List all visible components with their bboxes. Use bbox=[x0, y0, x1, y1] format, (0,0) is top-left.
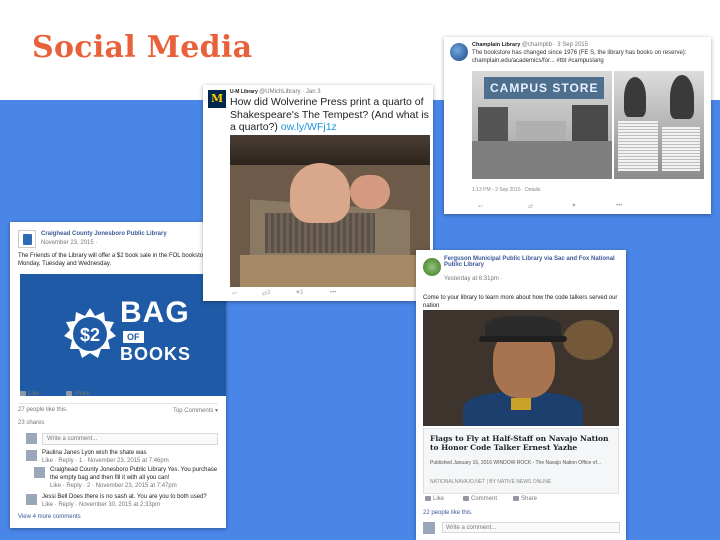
of-word: OF bbox=[123, 331, 144, 343]
retweet-icon[interactable]: ⇄ 3 bbox=[262, 290, 271, 297]
champlain-tweet-card: Champlain Library @champlib · 3 Sep 2015… bbox=[444, 37, 711, 214]
avatar[interactable] bbox=[423, 258, 441, 276]
link-title[interactable]: Flags to Fly at Half-Staff on Navajo Nat… bbox=[430, 434, 616, 453]
post-timestamp[interactable]: November 23, 2015 · bbox=[41, 240, 97, 246]
likes-count[interactable]: 22 people like this. bbox=[423, 510, 473, 516]
like-icon[interactable]: ♥ bbox=[572, 203, 576, 209]
account-name[interactable]: U-M Library bbox=[230, 89, 258, 95]
avatar bbox=[26, 450, 37, 461]
like-button[interactable]: Like bbox=[425, 496, 444, 502]
um-logo-icon[interactable]: M bbox=[208, 90, 226, 108]
avatar[interactable] bbox=[18, 230, 36, 248]
comment: Paulina Janes Lyon wish the shate was Li… bbox=[42, 450, 169, 465]
tweet-time[interactable]: 1:13 PM - 3 Sep 2015 · Details bbox=[472, 187, 540, 193]
avatar bbox=[34, 467, 45, 478]
tweet-actions: ↩ ⇄ 3 ♥ 3 ••• bbox=[230, 290, 430, 298]
tweet-text: How did Wolverine Press print a quarto o… bbox=[230, 96, 429, 134]
more-icon[interactable]: ••• bbox=[330, 290, 336, 296]
share-icon bbox=[513, 496, 519, 501]
avatar bbox=[450, 43, 468, 61]
thumbs-up-icon bbox=[425, 496, 431, 501]
link-preview[interactable]: Flags to Fly at Half-Staff on Navajo Nat… bbox=[423, 428, 619, 494]
likes-count[interactable]: 27 people like this. bbox=[18, 407, 68, 413]
like-count: 3 bbox=[299, 290, 303, 296]
book-icon bbox=[23, 234, 32, 245]
divider bbox=[18, 403, 218, 404]
page-name[interactable]: Ferguson Municipal Public Library via Sa… bbox=[444, 256, 622, 268]
comment-input[interactable]: Write a comment... bbox=[442, 522, 620, 533]
books-word: BOOKS bbox=[120, 344, 192, 364]
link-description: Published January 16, 2016 WINDOW ROCK -… bbox=[430, 460, 602, 466]
comment-icon bbox=[463, 496, 469, 501]
craighead-facebook-card: Craighead County Jonesboro Public Librar… bbox=[10, 222, 226, 528]
post-timestamp[interactable]: Yesterday at 6:31pm · bbox=[444, 276, 502, 282]
more-icon[interactable]: ••• bbox=[616, 203, 622, 209]
historic-bookstore-photo[interactable] bbox=[614, 71, 704, 179]
tweet-header: Champlain Library @champlib · 3 Sep 2015 bbox=[472, 42, 588, 48]
like-icon[interactable]: ♥ 3 bbox=[296, 290, 303, 296]
um-library-tweet-card: M U-M Library @UMichLibrary · Jan 3 How … bbox=[203, 85, 433, 301]
tweet-header: U-M Library @UMichLibrary · Jan 3 bbox=[230, 89, 321, 95]
retweet-count: 3 bbox=[267, 290, 271, 296]
account-handle: @champlib · 3 Sep 2015 bbox=[521, 42, 588, 48]
ferguson-facebook-card: Ferguson Municipal Public Library via Sa… bbox=[416, 250, 626, 540]
comment-reply: Craighead County Jonesboro Public Librar… bbox=[50, 467, 218, 490]
share-button[interactable]: Share bbox=[66, 391, 90, 397]
tweet-text: The bookstore has changed since 1976 (FE… bbox=[472, 50, 687, 64]
avatar bbox=[26, 494, 37, 505]
slide-title: Social Media bbox=[32, 30, 253, 65]
page-name[interactable]: Craighead County Jonesboro Public Librar… bbox=[41, 231, 167, 237]
avatar bbox=[423, 522, 435, 534]
view-more-comments-link[interactable]: View 4 more comments bbox=[18, 514, 81, 520]
account-name[interactable]: Champlain Library bbox=[472, 42, 520, 48]
bag-word: BAG bbox=[120, 296, 190, 329]
share-icon bbox=[66, 391, 72, 396]
price-badge-icon: $2 bbox=[64, 308, 116, 358]
post-text: Come to your library to learn more about… bbox=[423, 295, 618, 310]
printing-press-photo[interactable] bbox=[230, 135, 430, 287]
post-text: The Friends of the Library will offer a … bbox=[18, 253, 217, 268]
post-header: Craighead County Jonesboro Public Librar… bbox=[18, 230, 218, 254]
price-badge-text: $2 bbox=[80, 325, 100, 345]
avatar bbox=[26, 433, 37, 444]
comment-input[interactable]: Write a comment... bbox=[42, 433, 218, 445]
post-actions: Like Share bbox=[18, 391, 218, 401]
likes-row: 27 people like this. Top Comments ▾ bbox=[18, 407, 218, 414]
reply-icon[interactable]: ↩ bbox=[478, 203, 483, 210]
share-button[interactable]: Share bbox=[513, 496, 537, 502]
account-handle: @UMichLibrary · Jan 3 bbox=[259, 89, 321, 95]
retweet-icon[interactable]: ⇄ bbox=[528, 203, 533, 210]
like-button[interactable]: Like bbox=[20, 391, 39, 397]
tweet-link[interactable]: ow.ly/WFj1z bbox=[281, 121, 337, 133]
campus-store-photo[interactable]: CAMPUS STORE bbox=[472, 71, 612, 179]
comment-button[interactable]: Comment bbox=[463, 496, 497, 502]
shares-count[interactable]: 23 shares bbox=[18, 420, 44, 426]
link-source: NATIONALNAVAJO.NET | BY NATIVE NEWS ONLI… bbox=[430, 479, 552, 485]
top-comments-dropdown[interactable]: Top Comments ▾ bbox=[173, 407, 218, 414]
reply-icon[interactable]: ↩ bbox=[232, 290, 237, 297]
comment: Jessi Bell Does there is no sash at. You… bbox=[42, 494, 207, 509]
bag-of-books-image[interactable]: $2 BAG OF BOOKS bbox=[20, 274, 226, 396]
code-talker-photo[interactable] bbox=[423, 310, 619, 426]
thumbs-up-icon bbox=[20, 391, 26, 396]
store-sign: CAMPUS STORE bbox=[484, 77, 604, 99]
